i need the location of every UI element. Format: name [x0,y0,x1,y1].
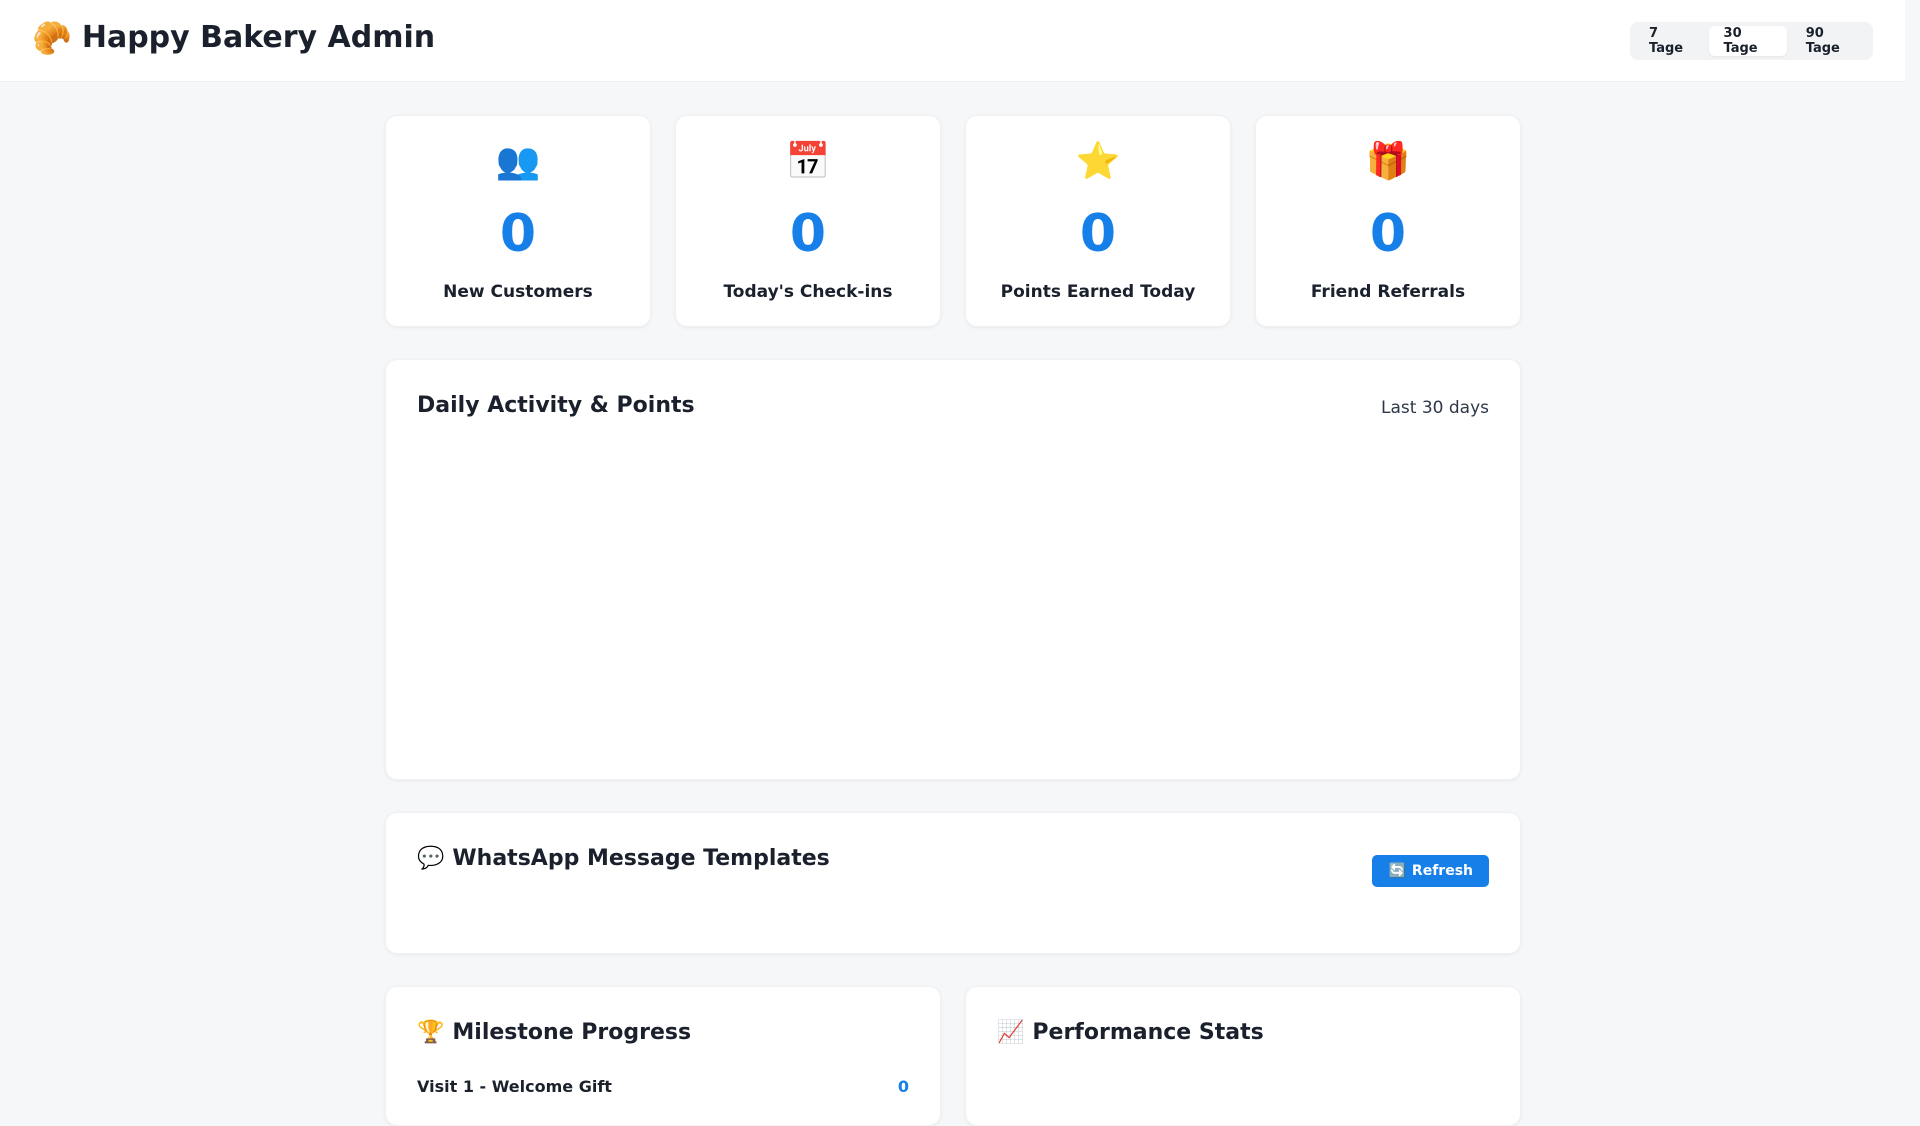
stat-value: 0 [499,204,537,264]
milestone-progress-title-text: Milestone Progress [452,1020,692,1045]
speech-bubble-icon: 💬 [417,846,445,871]
daily-activity-range: Last 30 days [1381,398,1489,418]
brand: 🥐 Happy Bakery Admin [32,20,435,55]
star-icon: ⭐ [1075,141,1121,182]
date-range-selector: 7 Tage 30 Tage 90 Tage [1630,22,1873,60]
stat-value: 0 [1369,204,1407,264]
stat-label: Friend Referrals [1310,282,1466,302]
refresh-button-label: Refresh [1411,863,1473,879]
milestone-progress-title: 🏆 Milestone Progress [417,1020,691,1045]
range-7-days-button[interactable]: 7 Tage [1634,26,1705,56]
range-30-days-button[interactable]: 30 Tage [1708,26,1787,56]
performance-stats-panel: 📈 Performance Stats [965,986,1521,1126]
chart-increasing-icon: 📈 [997,1020,1025,1045]
performance-stats-title: 📈 Performance Stats [997,1020,1264,1045]
stat-value: 0 [1079,204,1117,264]
whatsapp-templates-panel: 💬 WhatsApp Message Templates 🔄 Refresh [385,812,1521,954]
refresh-button[interactable]: 🔄 Refresh [1372,855,1489,887]
croissant-icon: 🥐 [32,18,72,57]
stat-card-check-ins: 📅 0 Today's Check-ins [675,115,941,327]
top-header: 🥐 Happy Bakery Admin 7 Tage 30 Tage 90 T… [0,0,1905,82]
people-icon: 👥 [495,141,541,182]
stat-card-friend-referrals: 🎁 0 Friend Referrals [1255,115,1521,327]
trophy-icon: 🏆 [417,1020,445,1045]
stat-card-points-earned: ⭐ 0 Points Earned Today [965,115,1231,327]
stat-label: New Customers [443,282,593,302]
refresh-icon: 🔄 [1388,863,1406,879]
gift-icon: 🎁 [1365,141,1411,182]
daily-activity-panel: Daily Activity & Points Last 30 days [385,359,1521,780]
stat-card-new-customers: 👥 0 New Customers [385,115,651,327]
milestone-count: 0 [897,1077,909,1096]
stat-value: 0 [789,204,827,264]
milestone-label: Visit 1 - Welcome Gift [417,1077,612,1096]
stat-label: Today's Check-ins [723,282,893,302]
range-90-days-button[interactable]: 90 Tage [1791,26,1869,56]
milestone-row: Visit 1 - Welcome Gift 0 [417,1077,909,1097]
stat-label: Points Earned Today [1000,282,1196,302]
app-title: Happy Bakery Admin [81,20,436,55]
whatsapp-templates-title: 💬 WhatsApp Message Templates [417,846,830,871]
whatsapp-templates-title-text: WhatsApp Message Templates [452,846,830,871]
daily-activity-chart [417,450,1489,749]
calendar-icon: 📅 [785,141,831,182]
milestone-progress-panel: 🏆 Milestone Progress Visit 1 - Welcome G… [385,986,941,1126]
performance-stats-title-text: Performance Stats [1032,1020,1264,1045]
daily-activity-title: Daily Activity & Points [417,393,695,418]
